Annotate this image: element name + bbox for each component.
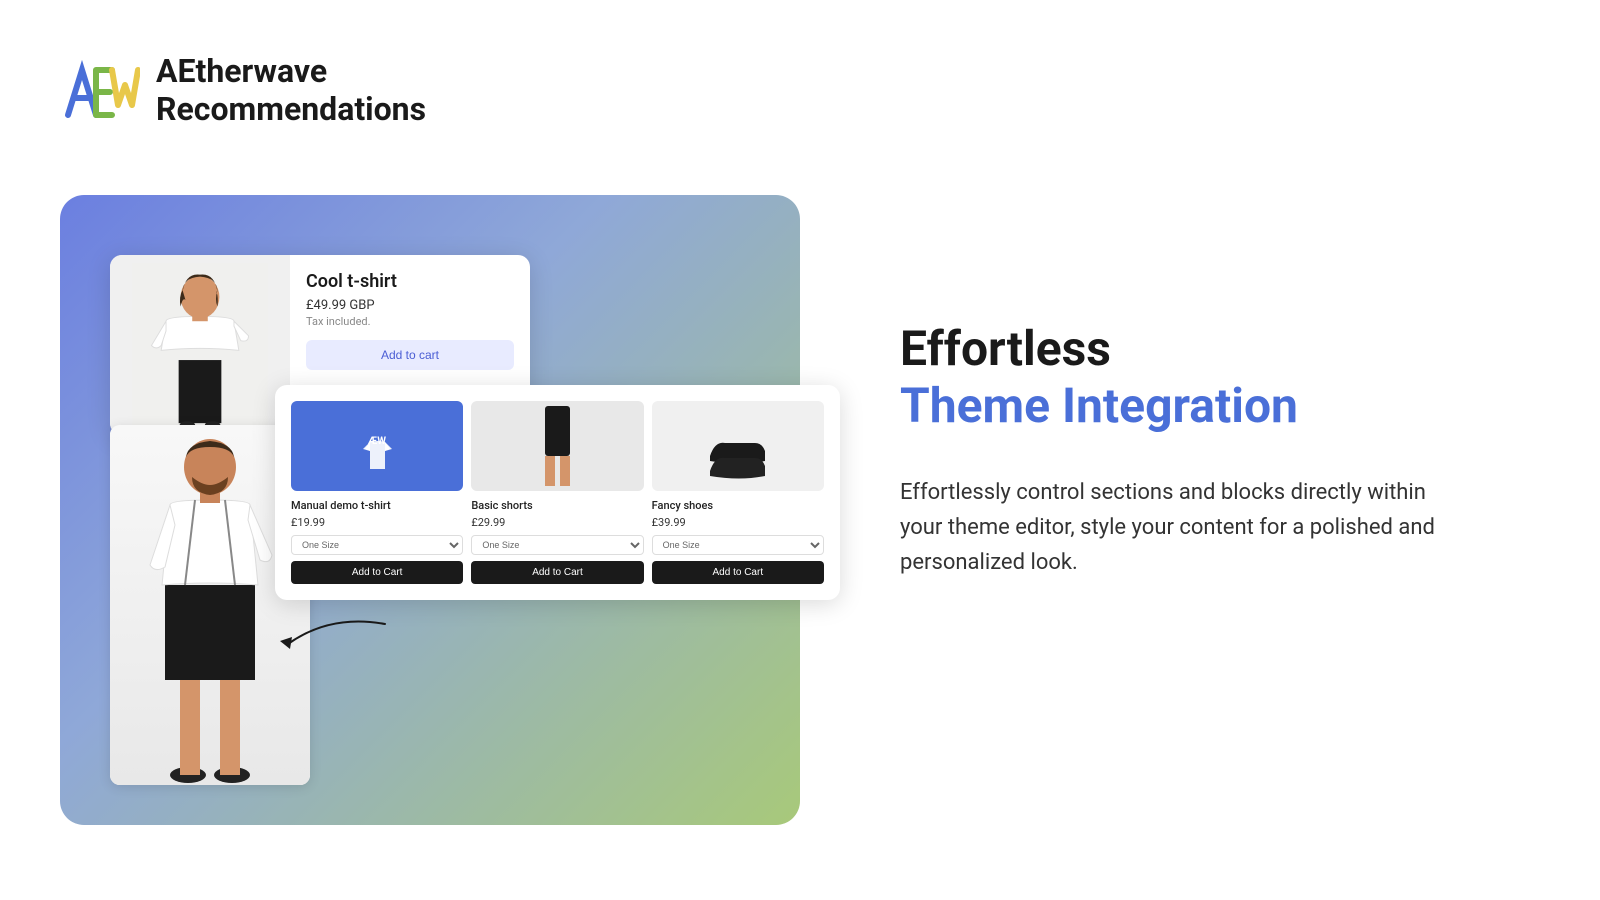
rec-tshirt-size-select[interactable]: One Size S M L — [291, 535, 463, 555]
rec-shorts-price: £29.99 — [471, 516, 643, 529]
rec-shoes-image — [652, 401, 824, 491]
rec-tshirt-add-button[interactable]: Add to Cart — [291, 561, 463, 584]
rec-tshirt-image: ÆW — [291, 401, 463, 491]
main-product-name: Cool t-shirt — [306, 271, 514, 292]
logo-text: AEtherwave Recommendations — [156, 52, 426, 129]
rec-shoes-size-select[interactable]: One Size 38 40 42 — [652, 535, 824, 555]
rec-product-shorts: Basic shorts £29.99 One Size S M L Add t… — [471, 401, 643, 584]
rec-product-tshirt: ÆW Manual demo t-shirt £19.99 One Size S… — [291, 401, 463, 584]
feature-headline-blue: Theme Integration — [900, 377, 1500, 435]
logo-name: AEtherwave Recommendations — [156, 52, 426, 129]
rec-shorts-name: Basic shorts — [471, 499, 643, 512]
rec-shoes-add-button[interactable]: Add to Cart — [652, 561, 824, 584]
main-add-to-cart-button[interactable]: Add to cart — [306, 340, 514, 370]
rec-shorts-add-button[interactable]: Add to Cart — [471, 561, 643, 584]
rec-shoes-price: £39.99 — [652, 516, 824, 529]
arrow-indicator — [280, 609, 390, 663]
right-section: Effortless Theme Integration Effortlessl… — [800, 0, 1600, 900]
main-product-image — [110, 255, 290, 435]
main-product-price: £49.99 GBP — [306, 298, 514, 313]
rec-products-list: ÆW Manual demo t-shirt £19.99 One Size S… — [291, 401, 824, 584]
rec-tshirt-name: Manual demo t-shirt — [291, 499, 463, 512]
left-section: AEtherwave Recommendations — [0, 0, 800, 900]
rec-product-shoes: Fancy shoes £39.99 One Size 38 40 42 Add… — [652, 401, 824, 584]
main-product-tax: Tax included. — [306, 315, 514, 328]
rec-tshirt-price: £19.99 — [291, 516, 463, 529]
logo-area: AEtherwave Recommendations — [60, 50, 426, 130]
rec-shorts-size-select[interactable]: One Size S M L — [471, 535, 643, 555]
rec-shoes-name: Fancy shoes — [652, 499, 824, 512]
gradient-background-card: Cool t-shirt £49.99 GBP Tax included. Ad… — [60, 195, 800, 825]
rec-shorts-image — [471, 401, 643, 491]
recommendations-panel: ÆW Manual demo t-shirt £19.99 One Size S… — [275, 385, 840, 600]
feature-description: Effortlessly control sections and blocks… — [900, 475, 1460, 581]
brand-logo-icon — [60, 50, 140, 130]
feature-headline-black: Effortless — [900, 320, 1500, 378]
